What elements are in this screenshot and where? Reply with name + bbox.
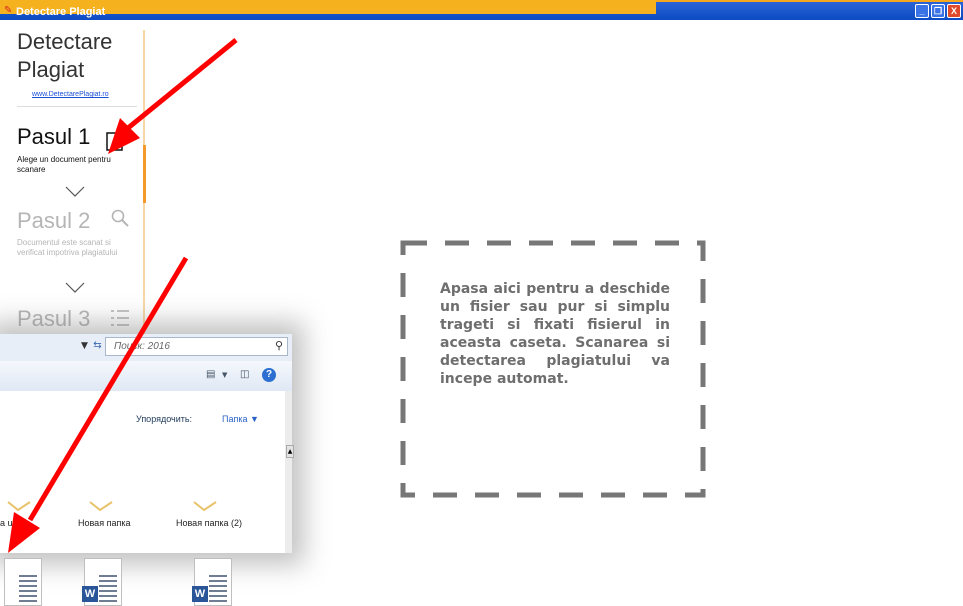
- word-document-icon[interactable]: W: [192, 558, 232, 606]
- drop-zone[interactable]: Apasa aici pentru a deschide un fisier s…: [400, 240, 706, 498]
- drop-zone-instructions: Apasa aici pentru a deschide un fisier s…: [440, 281, 670, 387]
- word-document-icon[interactable]: W: [82, 558, 122, 606]
- word-document-icon[interactable]: [4, 558, 42, 606]
